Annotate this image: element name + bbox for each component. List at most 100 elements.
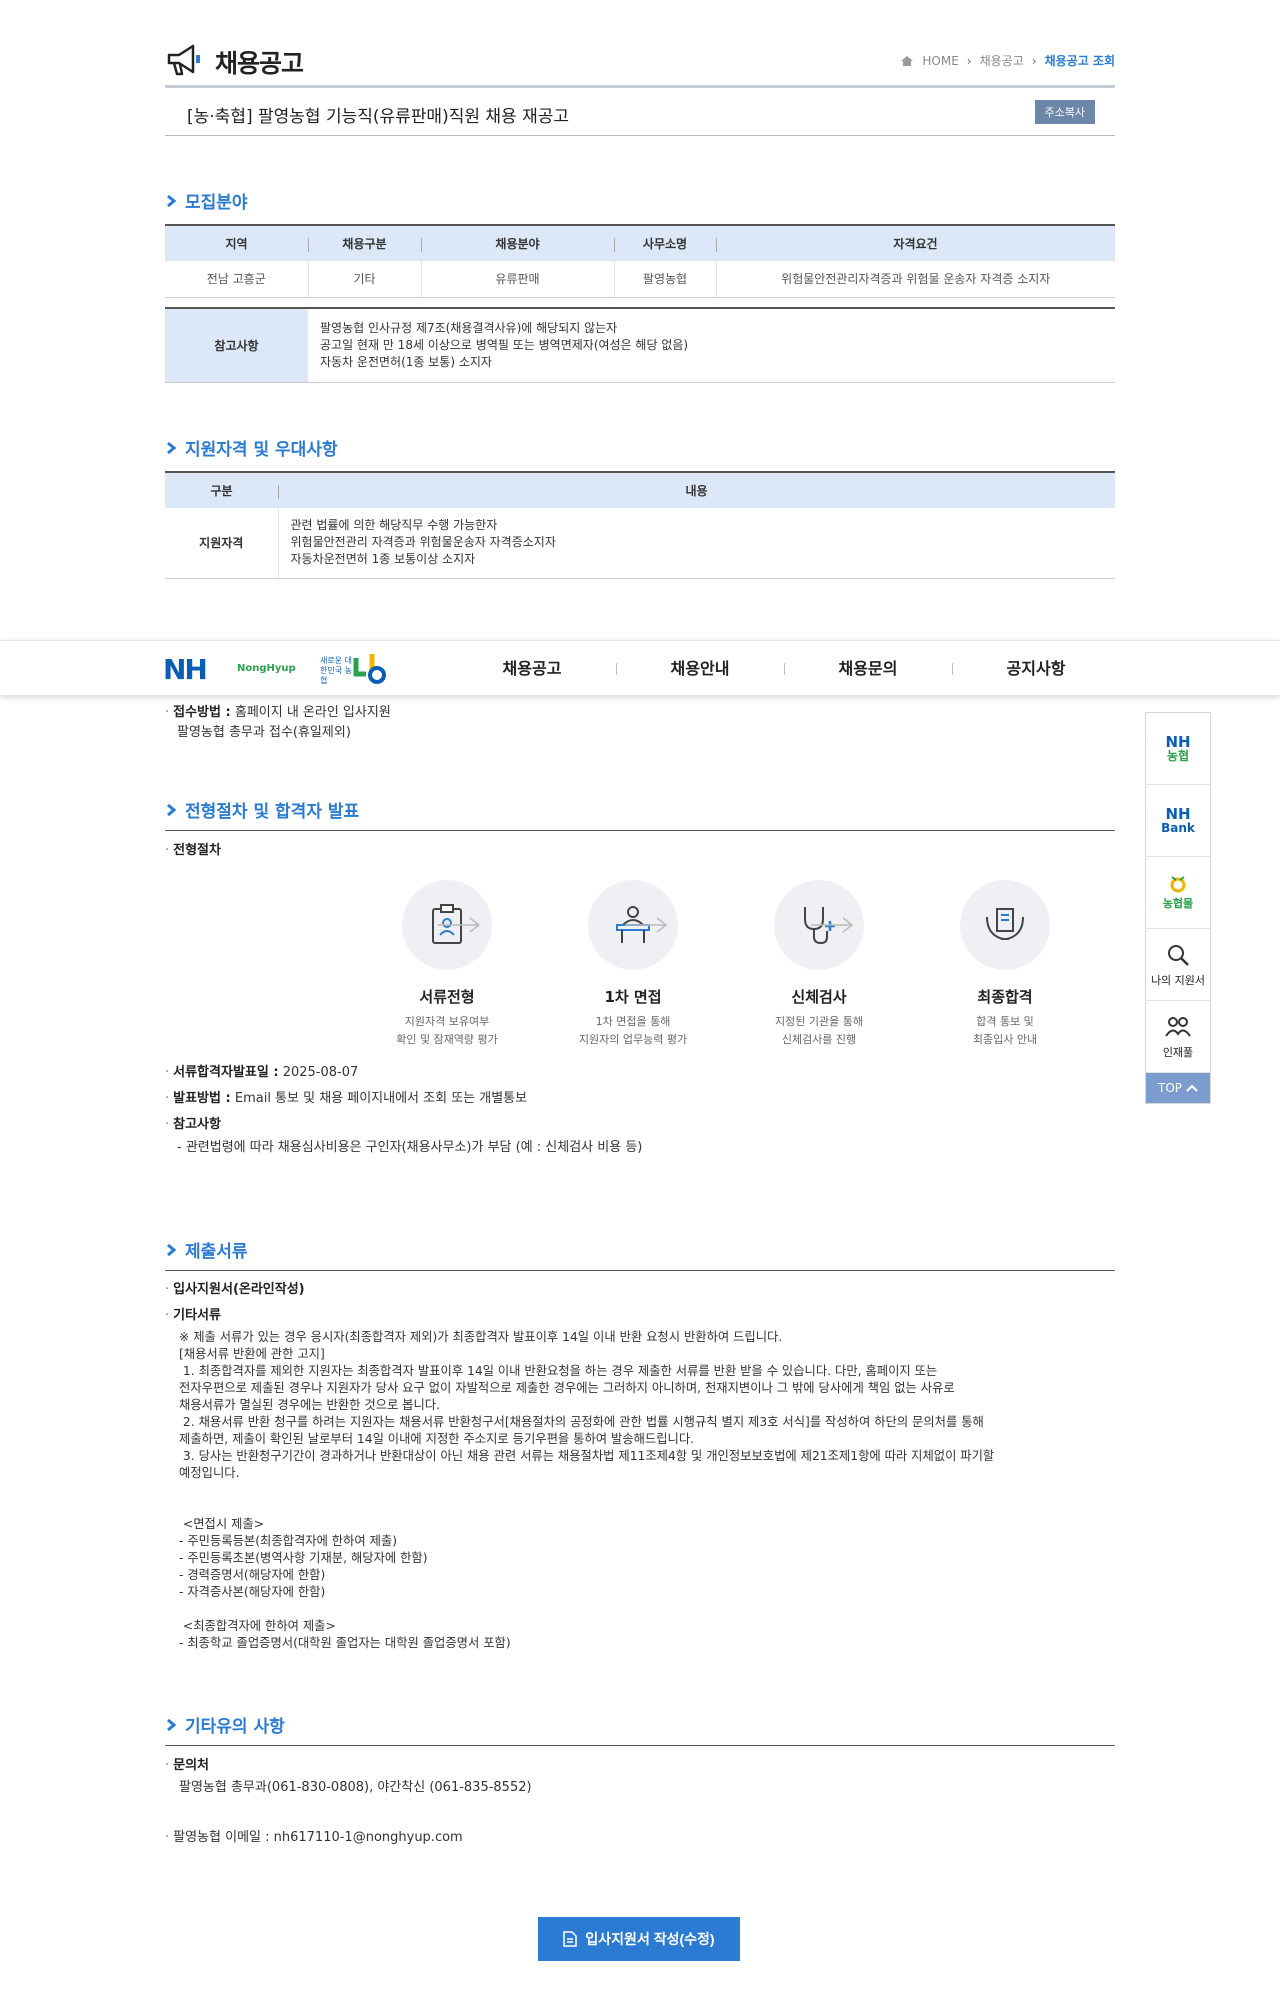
post-title-bar: [농·축협] 팔영농협 기능직(유류판매)직원 채용 재공고 주소복사 xyxy=(165,90,1115,136)
nh-nonghyup-logo: NH 농협 xyxy=(1165,732,1191,763)
announce-method: · 발표방법 : Email 통보 및 채용 페이지내에서 조회 또는 개별통보 xyxy=(165,1091,528,1106)
docs-item-2: · 기타서류 xyxy=(165,1308,221,1323)
section-title-text: 제출서류 xyxy=(185,1242,248,1262)
gnb-menu: 채용공고 채용안내 채용문의 공지사항 xyxy=(448,641,1120,696)
copy-address-button[interactable]: 주소복사 xyxy=(1034,100,1095,124)
col-header: 채용구분 xyxy=(308,224,421,261)
divider xyxy=(165,1270,1115,1271)
quick-nh-bank[interactable]: NH Bank xyxy=(1146,785,1210,857)
cell-office: 팔영농협 xyxy=(613,261,716,298)
contact: · 문의처 xyxy=(165,1758,210,1773)
section-title-text: 전형절차 및 합격자 발표 xyxy=(185,802,360,822)
step-desc-line: 최종입사 안내 xyxy=(972,1033,1038,1046)
step-name: 서류전형 xyxy=(419,988,475,1006)
nh-mall-icon xyxy=(1170,875,1186,892)
contact-value: 팔영농협 총무과(061-830-0808), 야간착신 (061-835-85… xyxy=(179,1780,532,1795)
announce-method-value: Email 통보 및 채용 페이지내에서 조회 또는 개별통보 xyxy=(234,1091,528,1106)
qualify-line: 위험물안전관리 자격증과 위험물운송자 자격증소지자 xyxy=(290,535,556,550)
qualify-line: 자동차운전면허 1종 보통이상 소지자 xyxy=(290,552,476,567)
docs-item-label: 기타서류 xyxy=(173,1308,221,1323)
chevron-right-icon xyxy=(167,194,177,207)
table-row: 전남 고흥군 기타 유류판매 팔영농협 위험물안전관리자격증과 위험물 운송자 … xyxy=(165,261,1115,298)
chevron-right-icon xyxy=(167,441,177,454)
step-desc-line: 지원자격 보유여부 xyxy=(404,1015,490,1028)
section-title-etc: 기타유의 사항 xyxy=(165,1712,285,1737)
process-steps: 서류전형 지원자격 보유여부 확인 및 잠재역량 평가 1차 면접 1차 면접을 … xyxy=(165,880,1115,1046)
megaphone-icon xyxy=(167,44,200,76)
note-line: 공고일 현재 만 18세 이상으로 병역필 또는 병역면제자(여성은 해당 없음… xyxy=(320,338,689,352)
nh-logo[interactable]: NH xyxy=(163,653,208,686)
chevron-right-icon xyxy=(167,1243,177,1256)
quick-label: 나의 지원서 xyxy=(1150,973,1206,987)
step-name: 신체검사 xyxy=(791,988,847,1006)
page-title: 채용공고 xyxy=(215,49,304,78)
qualify-content: 관련 법률에 의한 해당직무 수행 가능한자 위험물안전관리 자격증과 위험물운… xyxy=(277,508,1115,579)
nav-notice[interactable]: 공지사항 xyxy=(952,641,1120,696)
docs-item-label: 입사지원서(온라인작성) xyxy=(173,1282,305,1297)
quick-talent-pool[interactable]: 인재풀 xyxy=(1146,1001,1210,1073)
announce-method-label: 발표방법 : xyxy=(173,1091,231,1106)
section-title-text: 지원자격 및 우대사항 xyxy=(185,440,338,460)
arrow-right-icon xyxy=(438,917,481,933)
step-name: 최종합격 xyxy=(977,988,1033,1006)
step-interview: 1차 면접 1차 면접을 통해지원자의 업무능력 평가 xyxy=(553,880,713,1049)
step-desc-line: 합격 통보 및 xyxy=(976,1015,1034,1028)
note-label: 참고사항 xyxy=(165,308,308,383)
quick-my-application[interactable]: 나의 지원서 xyxy=(1146,929,1210,1001)
step-medical: 신체검사 지정된 기관을 통해 신체검사를 진행 xyxy=(739,880,899,1049)
nav-guide[interactable]: 채용안내 xyxy=(616,641,784,696)
step-documents: 서류전형 지원자격 보유여부 확인 및 잠재역량 평가 xyxy=(367,880,527,1049)
cell-field: 유류판매 xyxy=(420,261,614,298)
qualify-line: 관련 법률에 의한 해당직무 수행 가능한자 xyxy=(290,518,498,533)
step-desc-line: 지원자의 업무능력 평가 xyxy=(578,1033,688,1046)
step-desc-line: 1차 면접을 통해 xyxy=(595,1015,671,1028)
breadcrumb-current: 채용공고 조회 xyxy=(1044,54,1115,68)
receipt-method-label: 접수방법 : xyxy=(173,705,231,720)
section-title-recruit: 모집분야 xyxy=(165,188,248,213)
section-title-docs: 제출서류 xyxy=(165,1237,248,1262)
contact-label: 문의처 xyxy=(173,1758,210,1773)
quick-label: 농협몰 xyxy=(1162,896,1194,910)
col-header: 지역 xyxy=(165,224,308,261)
nonghyup-logo-text: NongHyup xyxy=(237,663,296,674)
docs-item-1: · 입사지원서(온라인작성) xyxy=(165,1282,305,1297)
arrow-right-icon xyxy=(811,917,854,933)
quick-menu: NH 농협 NH Bank 농협몰 나의 지원서 인재풀 TOP xyxy=(1145,712,1211,1104)
quick-nh-mall[interactable]: 농협몰 xyxy=(1146,857,1210,929)
breadcrumb-recruit[interactable]: 채용공고 xyxy=(980,52,1024,69)
process-ref-label: 참고사항 xyxy=(173,1117,221,1132)
nh-bank-logo: NH Bank xyxy=(1161,806,1195,835)
note-line: 팔영농협 인사규정 제7조(채용결격사유)에 해당되지 않는자 xyxy=(320,321,618,335)
receipt-method-value: 홈페이지 내 온라인 입사지원 xyxy=(234,705,391,720)
step-desc-line: 신체검사를 진행 xyxy=(781,1033,857,1046)
top-button[interactable]: TOP xyxy=(1146,1073,1210,1103)
quick-label: 인재풀 xyxy=(1162,1045,1194,1059)
write-application-button[interactable]: 입사지원서 작성(수정) xyxy=(538,1917,740,1961)
process-ref-value: - 관련법령에 따라 채용심사비용은 구인자(채용사무소)가 부담 (예 : 신… xyxy=(177,1140,643,1155)
step-desc: 지원자격 보유여부 확인 및 잠재역량 평가 xyxy=(367,1013,527,1049)
document-icon xyxy=(563,1931,578,1947)
divider xyxy=(165,830,1115,831)
note-content: 팔영농협 인사규정 제7조(채용결격사유)에 해당되지 않는자 공고일 현재 만… xyxy=(308,308,1115,383)
receipt-method: · 접수방법 : 홈페이지 내 온라인 입사지원 xyxy=(165,705,391,720)
quick-nh-nonghyup[interactable]: NH 농협 xyxy=(1146,713,1210,785)
step-name: 1차 면접 xyxy=(604,988,662,1006)
section-title-text: 기타유의 사항 xyxy=(185,1717,285,1737)
chevron-right-icon: › xyxy=(966,53,972,68)
recruit-table: 지역 채용구분 채용분야 사무소명 자격요건 전남 고흥군 기타 유류판매 팔영… xyxy=(165,224,1115,298)
section-title-text: 모집분야 xyxy=(185,193,248,213)
quick-logo-top: NH xyxy=(1165,732,1191,751)
step-desc: 1차 면접을 통해지원자의 업무능력 평가 xyxy=(553,1013,713,1049)
page-header: 채용공고 HOME › 채용공고 › 채용공고 조회 xyxy=(165,36,1115,88)
nav-recruit[interactable]: 채용공고 xyxy=(448,641,616,696)
home-icon[interactable] xyxy=(900,55,914,67)
slogan-text: 새로운 대한민국 농협 xyxy=(320,656,352,685)
quick-logo-bottom: 농협 xyxy=(1166,748,1190,763)
breadcrumb-home[interactable]: HOME xyxy=(922,54,958,68)
note-line: 자동차 운전면허(1종 보통) 소지자 xyxy=(320,355,492,369)
nav-inquiry[interactable]: 채용문의 xyxy=(784,641,952,696)
qualify-table: 구분 내용 지원자격 관련 법률에 의한 해당직무 수행 가능한자 위험물안전관… xyxy=(165,471,1115,579)
nonghyup-symbol-icon xyxy=(353,654,386,684)
col-header: 자격요건 xyxy=(716,224,1115,261)
col-header: 채용분야 xyxy=(421,224,614,261)
